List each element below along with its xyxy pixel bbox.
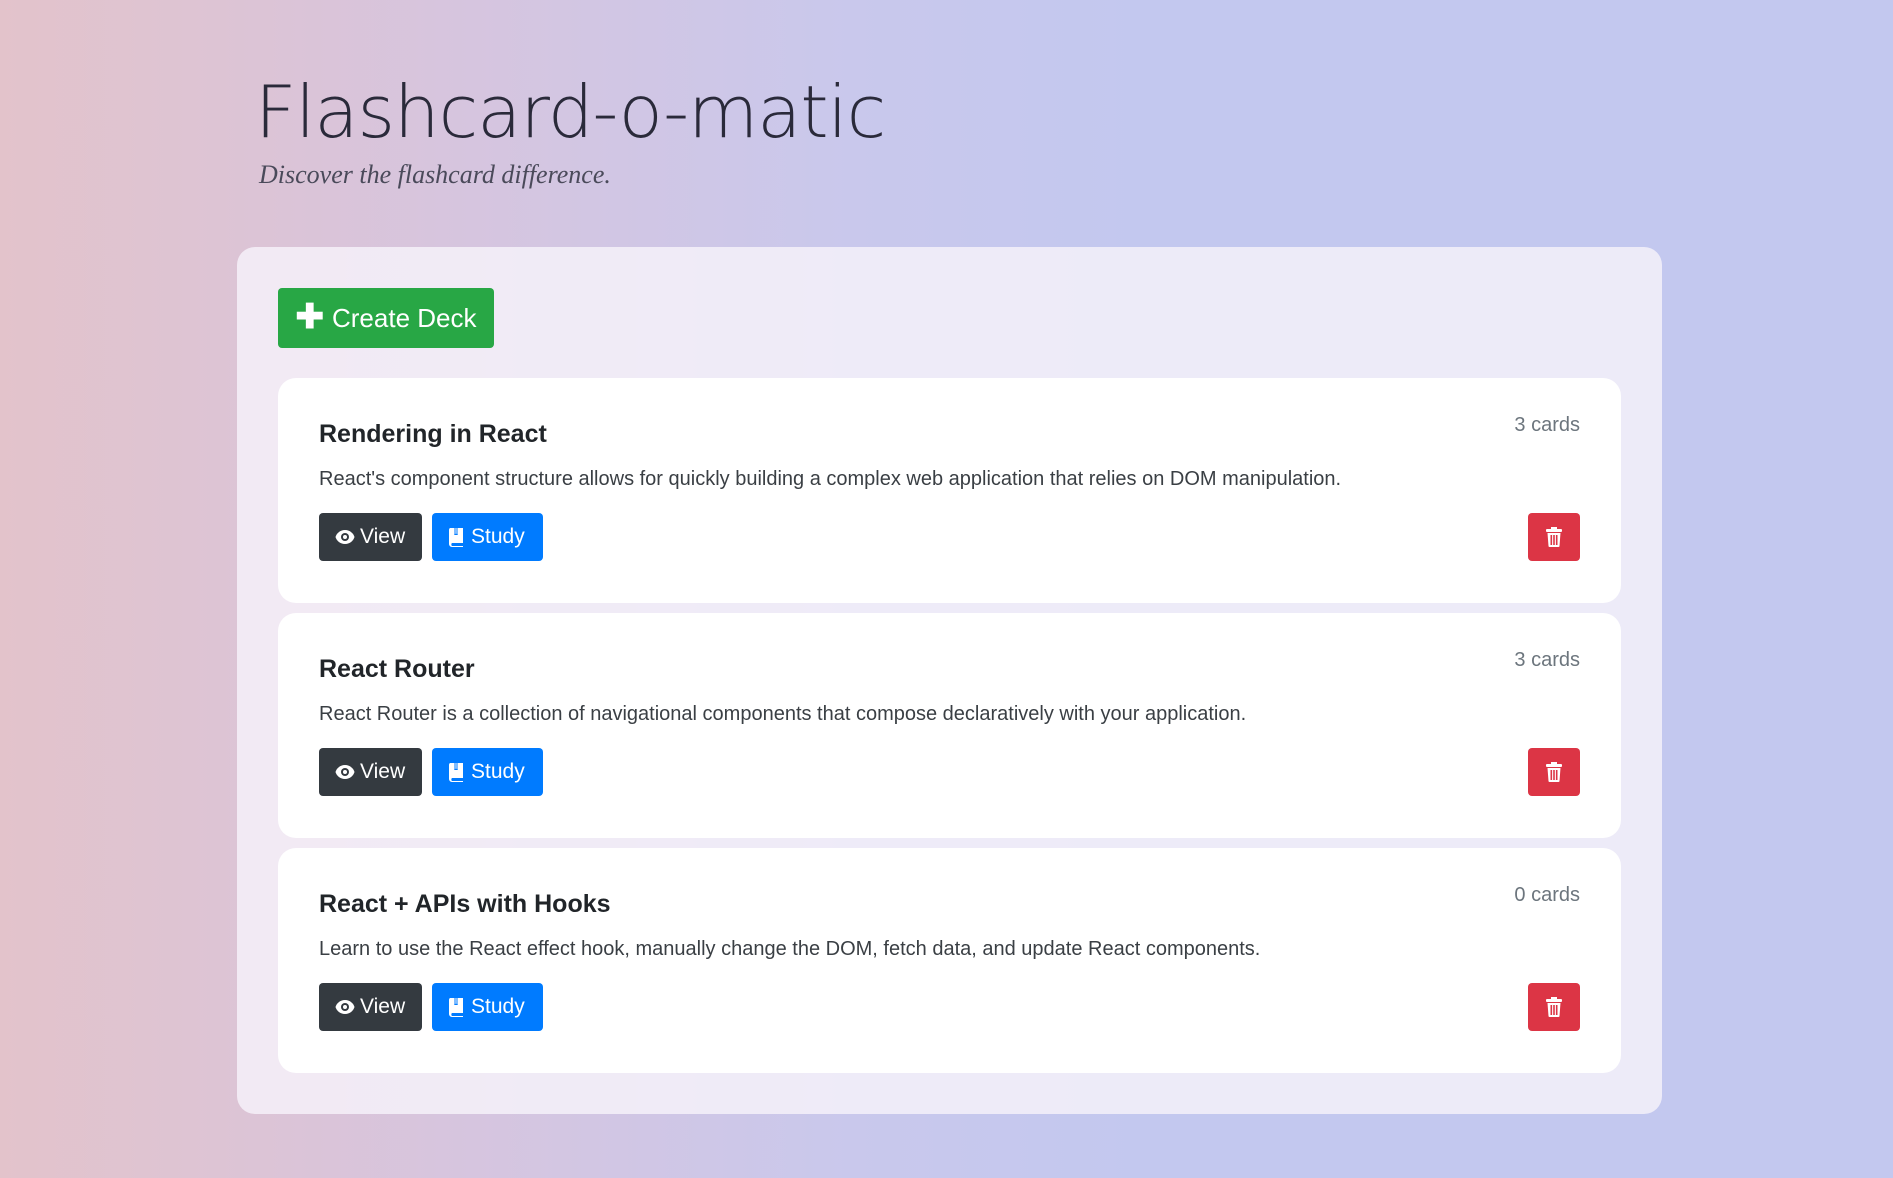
deck-actions: View Study	[319, 513, 543, 561]
deck-title: React Router	[319, 655, 475, 683]
deck-card: Rendering in React 3 cards React's compo…	[278, 378, 1621, 603]
eye-icon	[335, 529, 355, 545]
study-deck-button[interactable]: Study	[432, 748, 543, 796]
study-label: Study	[471, 525, 525, 548]
study-label: Study	[471, 995, 525, 1018]
eye-icon	[335, 999, 355, 1015]
view-deck-button[interactable]: View	[319, 983, 422, 1031]
delete-deck-button[interactable]	[1528, 748, 1580, 796]
deck-description: Learn to use the React effect hook, manu…	[319, 938, 1261, 960]
plus-icon: ✚	[295, 297, 325, 336]
study-label: Study	[471, 760, 525, 783]
study-deck-button[interactable]: Study	[432, 983, 543, 1031]
view-label: View	[360, 525, 406, 548]
delete-deck-button[interactable]	[1528, 983, 1580, 1031]
deck-card-count: 3 cards	[1514, 414, 1580, 436]
trash-icon	[1546, 762, 1562, 782]
book-icon	[448, 762, 466, 782]
deck-card-count: 3 cards	[1514, 649, 1580, 671]
deck-title: React + APIs with Hooks	[319, 890, 611, 918]
eye-icon	[335, 764, 355, 780]
book-icon	[448, 527, 466, 547]
create-deck-button[interactable]: ✚ Create Deck	[278, 288, 494, 348]
deck-actions: View Study	[319, 983, 543, 1031]
view-deck-button[interactable]: View	[319, 513, 422, 561]
deck-card-count: 0 cards	[1514, 884, 1580, 906]
book-icon	[448, 997, 466, 1017]
trash-icon	[1546, 527, 1562, 547]
create-deck-label: Create Deck	[332, 302, 477, 333]
page-header: Flashcard-o-matic Discover the flashcard…	[255, 70, 886, 190]
deck-list-panel: ✚ Create Deck Rendering in React 3 cards…	[237, 247, 1662, 1114]
trash-icon	[1546, 997, 1562, 1017]
study-deck-button[interactable]: Study	[432, 513, 543, 561]
view-label: View	[360, 760, 406, 783]
view-deck-button[interactable]: View	[319, 748, 422, 796]
deck-description: React's component structure allows for q…	[319, 468, 1342, 490]
deck-card: React Router 3 cards React Router is a c…	[278, 613, 1621, 838]
deck-card: React + APIs with Hooks 0 cards Learn to…	[278, 848, 1621, 1073]
deck-title: Rendering in React	[319, 420, 547, 448]
app-title: Flashcard-o-matic	[255, 70, 886, 154]
view-label: View	[360, 995, 406, 1018]
delete-deck-button[interactable]	[1528, 513, 1580, 561]
deck-description: React Router is a collection of navigati…	[319, 703, 1247, 725]
app-subtitle: Discover the flashcard difference.	[259, 160, 611, 189]
deck-actions: View Study	[319, 748, 543, 796]
